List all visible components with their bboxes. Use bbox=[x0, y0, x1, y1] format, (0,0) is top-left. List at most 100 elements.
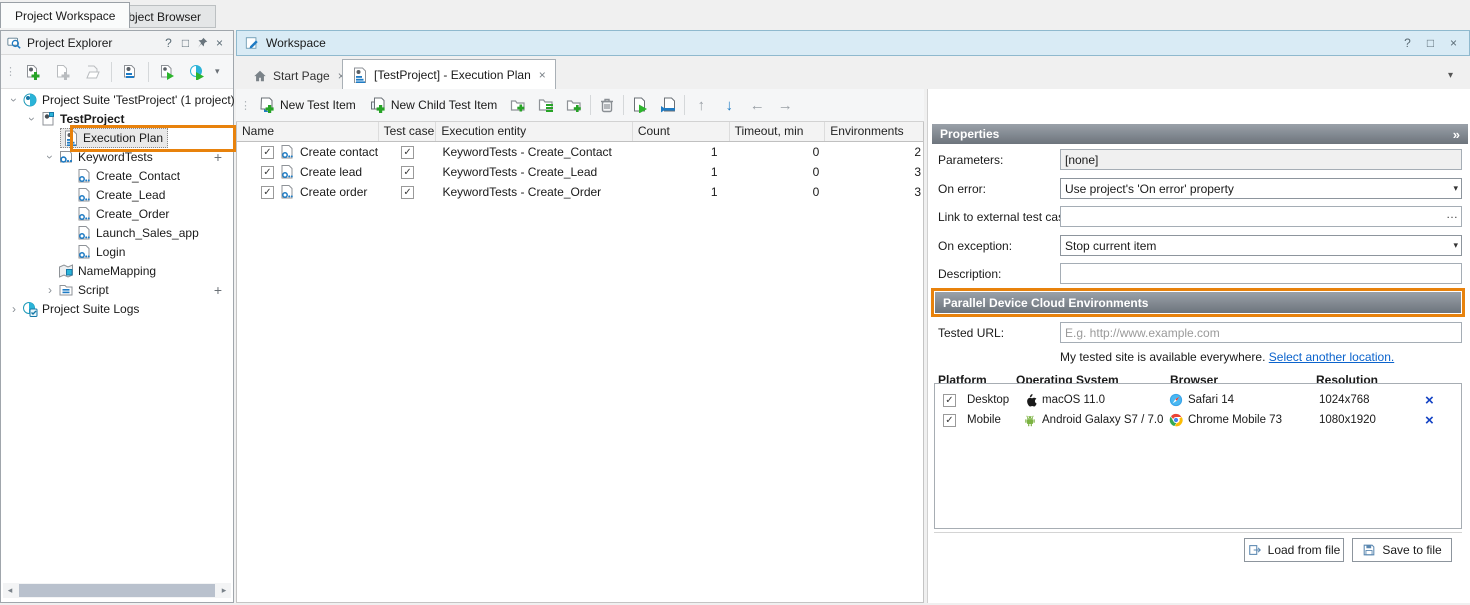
browse-ellipsis-button[interactable]: … bbox=[1446, 207, 1458, 221]
tab-project-workspace[interactable]: Project Workspace bbox=[0, 2, 130, 28]
move-left-button[interactable]: ← bbox=[745, 97, 769, 114]
tree-item-testproject[interactable]: › TestProject bbox=[2, 109, 232, 128]
environment-row-desktop[interactable]: ✓ Desktop macOS 11.0 Safari 14 1024x768 … bbox=[935, 390, 1461, 410]
chevron-collapsed-icon[interactable]: › bbox=[6, 302, 22, 316]
tree-horizontal-scrollbar[interactable]: ◂ ▸ bbox=[3, 583, 231, 598]
tree-item-launch-sales-app[interactable]: Launch_Sales_app bbox=[2, 223, 232, 242]
count-value[interactable]: 1 bbox=[633, 182, 730, 202]
parallel-section-header[interactable]: Parallel Device Cloud Environments bbox=[935, 292, 1461, 313]
help-icon[interactable]: ? bbox=[1400, 36, 1415, 50]
on-error-select[interactable]: Use project's 'On error' property ▾ bbox=[1060, 178, 1462, 199]
tree-item-create-lead[interactable]: Create_Lead bbox=[2, 185, 232, 204]
link-to-external-input[interactable] bbox=[1060, 206, 1462, 227]
row-enabled-checkbox[interactable]: ✓ bbox=[261, 186, 274, 199]
delete-button[interactable] bbox=[595, 93, 619, 117]
grid-row-create-lead[interactable]: ✓ Create lead ✓ KeywordTests - Create_Le… bbox=[237, 162, 923, 182]
remove-environment-icon[interactable]: × bbox=[1425, 412, 1434, 429]
move-to-group-button[interactable] bbox=[562, 93, 586, 117]
move-up-button[interactable]: ↑ bbox=[689, 97, 713, 114]
column-header-execution-entity[interactable]: Execution entity bbox=[436, 122, 632, 141]
pin-icon[interactable] bbox=[195, 36, 210, 50]
tested-url-input[interactable] bbox=[1060, 322, 1462, 343]
move-right-button[interactable]: → bbox=[773, 97, 797, 114]
parameters-field[interactable]: [none] bbox=[1060, 149, 1462, 170]
test-case-checkbox[interactable]: ✓ bbox=[401, 146, 414, 159]
group-list-button[interactable] bbox=[534, 93, 558, 117]
tree-item-keywordtests[interactable]: › KeywordTests + bbox=[2, 147, 232, 166]
row-enabled-checkbox[interactable]: ✓ bbox=[261, 166, 274, 179]
description-input[interactable] bbox=[1060, 263, 1462, 284]
scroll-left-icon[interactable]: ◂ bbox=[3, 585, 17, 596]
run-project-suite-button[interactable] bbox=[185, 60, 209, 84]
test-case-checkbox[interactable]: ✓ bbox=[401, 186, 414, 199]
select-location-link[interactable]: Select another location. bbox=[1269, 350, 1394, 364]
tree-item-script[interactable]: › Script + bbox=[2, 280, 232, 299]
tab-execution-plan[interactable]: [TestProject] - Execution Plan × bbox=[342, 59, 556, 89]
column-header-test-case[interactable]: Test case bbox=[379, 122, 437, 141]
chevron-expanded-icon[interactable]: › bbox=[7, 92, 21, 108]
load-from-file-button[interactable]: Load from file bbox=[1244, 538, 1344, 562]
tree-item-project-suite-logs[interactable]: › Project Suite Logs bbox=[2, 299, 232, 318]
toolbar-grip[interactable]: ⋮ bbox=[5, 65, 15, 78]
test-case-checkbox[interactable]: ✓ bbox=[401, 166, 414, 179]
row-enabled-checkbox[interactable]: ✓ bbox=[261, 146, 274, 159]
tab-start-page[interactable]: Start Page × bbox=[244, 63, 354, 89]
new-test-item-button[interactable]: New Test Item bbox=[254, 95, 361, 115]
tree-item-create-contact[interactable]: Create_Contact bbox=[2, 166, 232, 185]
chevron-expanded-icon[interactable]: › bbox=[43, 149, 57, 165]
add-script-button[interactable]: + bbox=[214, 282, 222, 298]
column-header-timeout[interactable]: Timeout, min bbox=[730, 122, 826, 141]
properties-section-header[interactable]: Properties » bbox=[932, 124, 1468, 144]
new-group-button[interactable] bbox=[506, 93, 530, 117]
add-keyword-test-button[interactable]: + bbox=[214, 149, 222, 165]
tree-item-login[interactable]: Login bbox=[2, 242, 232, 261]
add-new-project-button[interactable] bbox=[21, 60, 45, 84]
move-down-button[interactable]: ↓ bbox=[717, 97, 741, 114]
organize-tests-button[interactable] bbox=[118, 60, 142, 84]
tree-item-project-suite[interactable]: › Project Suite 'TestProject' (1 project… bbox=[2, 90, 232, 109]
environment-checkbox[interactable]: ✓ bbox=[943, 414, 956, 427]
chevron-collapsed-icon[interactable]: › bbox=[42, 283, 58, 297]
close-tab-icon[interactable]: × bbox=[539, 68, 546, 82]
on-exception-select[interactable]: Stop current item ▾ bbox=[1060, 235, 1462, 256]
tree-item-execution-plan[interactable]: Execution Plan bbox=[2, 128, 232, 147]
column-header-name[interactable]: Name bbox=[237, 122, 379, 141]
tab-list-dropdown-icon[interactable]: ▾ bbox=[1448, 70, 1453, 81]
maximize-icon[interactable]: □ bbox=[1423, 36, 1438, 50]
count-value[interactable]: 1 bbox=[633, 142, 730, 162]
close-icon[interactable]: × bbox=[212, 36, 227, 50]
environments-value[interactable]: 2 bbox=[825, 142, 923, 162]
run-project-button[interactable] bbox=[155, 60, 179, 84]
add-existing-item-button-disabled[interactable] bbox=[81, 60, 105, 84]
chevron-expanded-icon[interactable]: › bbox=[25, 111, 39, 127]
run-options-dropdown-icon[interactable]: ▾ bbox=[215, 66, 220, 77]
selected-tree-item[interactable]: Execution Plan bbox=[60, 128, 168, 148]
scrollbar-thumb[interactable] bbox=[19, 584, 215, 597]
toolbar-grip[interactable]: ⋮ bbox=[240, 99, 250, 112]
add-new-item-button-disabled[interactable] bbox=[51, 60, 75, 84]
environment-checkbox[interactable]: ✓ bbox=[943, 394, 956, 407]
scroll-right-icon[interactable]: ▸ bbox=[217, 585, 231, 596]
environments-value[interactable]: 3 bbox=[825, 162, 923, 182]
environment-row-mobile[interactable]: ✓ Mobile Android Galaxy S7 / 7.0 Chrome … bbox=[935, 410, 1461, 430]
close-icon[interactable]: × bbox=[1446, 36, 1461, 50]
new-child-test-item-button[interactable]: New Child Test Item bbox=[365, 95, 502, 115]
environments-value[interactable]: 3 bbox=[825, 182, 923, 202]
tree-item-namemapping[interactable]: NameMapping bbox=[2, 261, 232, 280]
help-icon[interactable]: ? bbox=[161, 36, 176, 50]
timeout-value[interactable]: 0 bbox=[730, 182, 826, 202]
column-header-count[interactable]: Count bbox=[633, 122, 730, 141]
column-header-environments[interactable]: Environments bbox=[825, 122, 923, 141]
collapse-panel-icon[interactable]: » bbox=[1453, 127, 1460, 142]
grid-row-create-order[interactable]: ✓ Create order ✓ KeywordTests - Create_O… bbox=[237, 182, 923, 202]
count-value[interactable]: 1 bbox=[633, 162, 730, 182]
timeout-value[interactable]: 0 bbox=[730, 162, 826, 182]
grid-row-create-contact[interactable]: ✓ Create contact ✓ KeywordTests - Create… bbox=[237, 142, 923, 162]
run-from-selected-button[interactable] bbox=[656, 93, 680, 117]
maximize-icon[interactable]: □ bbox=[178, 36, 193, 50]
save-to-file-button[interactable]: Save to file bbox=[1352, 538, 1452, 562]
remove-environment-icon[interactable]: × bbox=[1425, 392, 1434, 409]
timeout-value[interactable]: 0 bbox=[730, 142, 826, 162]
tree-item-create-order[interactable]: Create_Order bbox=[2, 204, 232, 223]
run-test-item-button[interactable] bbox=[628, 93, 652, 117]
